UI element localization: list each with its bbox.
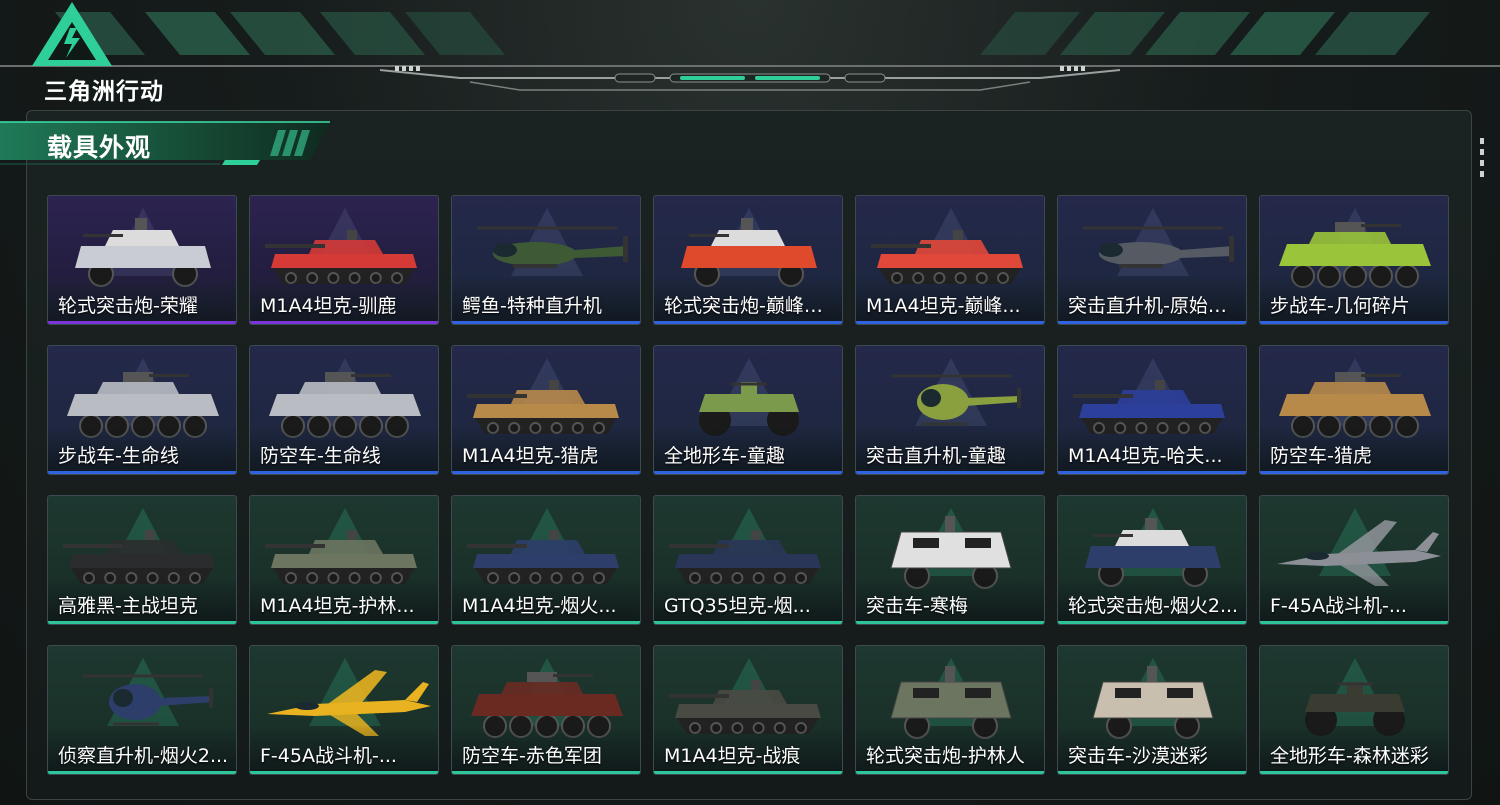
rarity-bar (1058, 771, 1246, 774)
rarity-bar (856, 321, 1044, 324)
vehicle-skin-card[interactable]: 全地形车-童趣 (653, 345, 843, 475)
vehicle-skin-name: 突击直升机-童趣 (866, 445, 1006, 467)
rarity-bar (654, 471, 842, 474)
vehicle-skin-name: M1A4坦克-猎虎 (462, 445, 599, 467)
vehicle-skin-card[interactable]: M1A4坦克-巅峰... (855, 195, 1045, 325)
vehicle-skin-card[interactable]: 轮式突击炮-烟火2... (1057, 495, 1247, 625)
vehicle-skin-card[interactable]: 轮式突击炮-荣耀 (47, 195, 237, 325)
vehicle-skin-name: F-45A战斗机-... (260, 745, 397, 767)
rarity-bar (48, 621, 236, 624)
header-decoration (0, 12, 1500, 91)
vehicle-skin-card[interactable]: 防空车-生命线 (249, 345, 439, 475)
vehicle-skin-card[interactable]: 突击直升机-童趣 (855, 345, 1045, 475)
scroll-indicator[interactable] (1480, 138, 1484, 182)
vehicle-skin-name: 鳄鱼-特种直升机 (462, 295, 602, 317)
vehicle-skin-name: 轮式突击炮-护林人 (866, 745, 1025, 767)
vehicle-skin-card[interactable]: M1A4坦克-战痕 (653, 645, 843, 775)
vehicle-skin-name: 防空车-猎虎 (1270, 445, 1372, 467)
vehicle-skin-card[interactable]: 突击车-寒梅 (855, 495, 1045, 625)
vehicle-skin-card[interactable]: 轮式突击炮-护林人 (855, 645, 1045, 775)
vehicle-skin-card[interactable]: M1A4坦克-烟火... (451, 495, 641, 625)
vehicle-skin-name: F-45A战斗机-... (1270, 595, 1407, 617)
vehicle-skin-name: 防空车-生命线 (260, 445, 381, 467)
vehicle-skin-card[interactable]: 鳄鱼-特种直升机 (451, 195, 641, 325)
vehicle-skin-name: 防空车-赤色军团 (462, 745, 602, 767)
vehicle-skin-card[interactable]: 防空车-猎虎 (1259, 345, 1449, 475)
vehicle-skin-card[interactable]: 防空车-赤色军团 (451, 645, 641, 775)
vehicle-skin-name: M1A4坦克-战痕 (664, 745, 801, 767)
vehicle-skin-name: 全地形车-童趣 (664, 445, 785, 467)
vehicle-skin-name: M1A4坦克-哈夫... (1068, 445, 1223, 467)
rarity-bar (856, 621, 1044, 624)
vehicle-skin-card[interactable]: M1A4坦克-哈夫... (1057, 345, 1247, 475)
vehicle-skin-card[interactable]: 全地形车-森林迷彩 (1259, 645, 1449, 775)
vehicle-skin-grid: 轮式突击炮-荣耀 M1A4坦克-驯鹿 鳄鱼-特种直升机 轮式突击炮-巅峰竞... M1A… (47, 195, 1451, 775)
vehicle-skin-name: 高雅黑-主战坦克 (58, 595, 198, 617)
vehicle-skin-card[interactable]: 步战车-生命线 (47, 345, 237, 475)
rarity-bar (1260, 621, 1448, 624)
rarity-bar (1260, 321, 1448, 324)
vehicle-skin-card[interactable]: F-45A战斗机-... (249, 645, 439, 775)
game-logo-text: 三角洲行动 (44, 79, 164, 105)
rarity-bar (1260, 771, 1448, 774)
vehicle-skin-name: 轮式突击炮-烟火2... (1068, 595, 1239, 617)
top-bar: 三角洲行动 (0, 0, 1500, 105)
vehicle-skin-name: 突击车-寒梅 (866, 595, 968, 617)
rarity-bar (1260, 471, 1448, 474)
vehicle-skin-name: 突击车-沙漠迷彩 (1068, 745, 1208, 767)
rarity-bar (250, 621, 438, 624)
rarity-bar (452, 321, 640, 324)
vehicle-skin-card[interactable]: GTQ35坦克-烟... (653, 495, 843, 625)
vehicle-skin-card[interactable]: 突击车-沙漠迷彩 (1057, 645, 1247, 775)
rarity-bar (1058, 471, 1246, 474)
section-title: 载具外观 (47, 133, 152, 162)
rarity-bar (452, 471, 640, 474)
vehicle-skin-card[interactable]: 轮式突击炮-巅峰竞... (653, 195, 843, 325)
vehicle-skin-name: 突击直升机-原始伪... (1068, 295, 1240, 317)
vehicle-skin-card[interactable]: M1A4坦克-驯鹿 (249, 195, 439, 325)
rarity-bar (250, 471, 438, 474)
vehicle-skin-name: 全地形车-森林迷彩 (1270, 745, 1429, 767)
rarity-bar (1058, 621, 1246, 624)
rarity-bar (654, 771, 842, 774)
rarity-bar (1058, 321, 1246, 324)
vehicle-skin-card[interactable]: 侦察直升机-烟火2... (47, 645, 237, 775)
rarity-bar (856, 471, 1044, 474)
rarity-bar (452, 621, 640, 624)
vehicle-skin-card[interactable]: 步战车-几何碎片 (1259, 195, 1449, 325)
rarity-bar (654, 321, 842, 324)
vehicle-skin-name: M1A4坦克-巅峰... (866, 295, 1021, 317)
vehicle-skin-name: M1A4坦克-烟火... (462, 595, 617, 617)
vehicle-skin-card[interactable]: M1A4坦克-猎虎 (451, 345, 641, 475)
vehicle-skin-name: GTQ35坦克-烟... (664, 595, 811, 617)
rarity-bar (856, 771, 1044, 774)
rarity-bar (250, 321, 438, 324)
rarity-bar (250, 771, 438, 774)
vehicle-skin-name: M1A4坦克-护林... (260, 595, 415, 617)
vehicle-skin-card[interactable]: 突击直升机-原始伪... (1057, 195, 1247, 325)
rarity-bar (48, 321, 236, 324)
rarity-bar (48, 471, 236, 474)
vehicle-skin-card[interactable]: 高雅黑-主战坦克 (47, 495, 237, 625)
vehicle-skin-name: 步战车-生命线 (58, 445, 179, 467)
rarity-bar (452, 771, 640, 774)
vehicle-skin-name: M1A4坦克-驯鹿 (260, 295, 397, 317)
vehicle-skin-name: 轮式突击炮-巅峰竞... (664, 295, 836, 317)
vehicle-skin-name: 侦察直升机-烟火2... (58, 745, 229, 767)
vehicle-skin-name: 步战车-几何碎片 (1270, 295, 1410, 317)
vehicle-skin-card[interactable]: M1A4坦克-护林... (249, 495, 439, 625)
vehicle-skin-card[interactable]: F-45A战斗机-... (1259, 495, 1449, 625)
vehicle-skin-name: 轮式突击炮-荣耀 (58, 295, 198, 317)
rarity-bar (654, 621, 842, 624)
rarity-bar (48, 771, 236, 774)
